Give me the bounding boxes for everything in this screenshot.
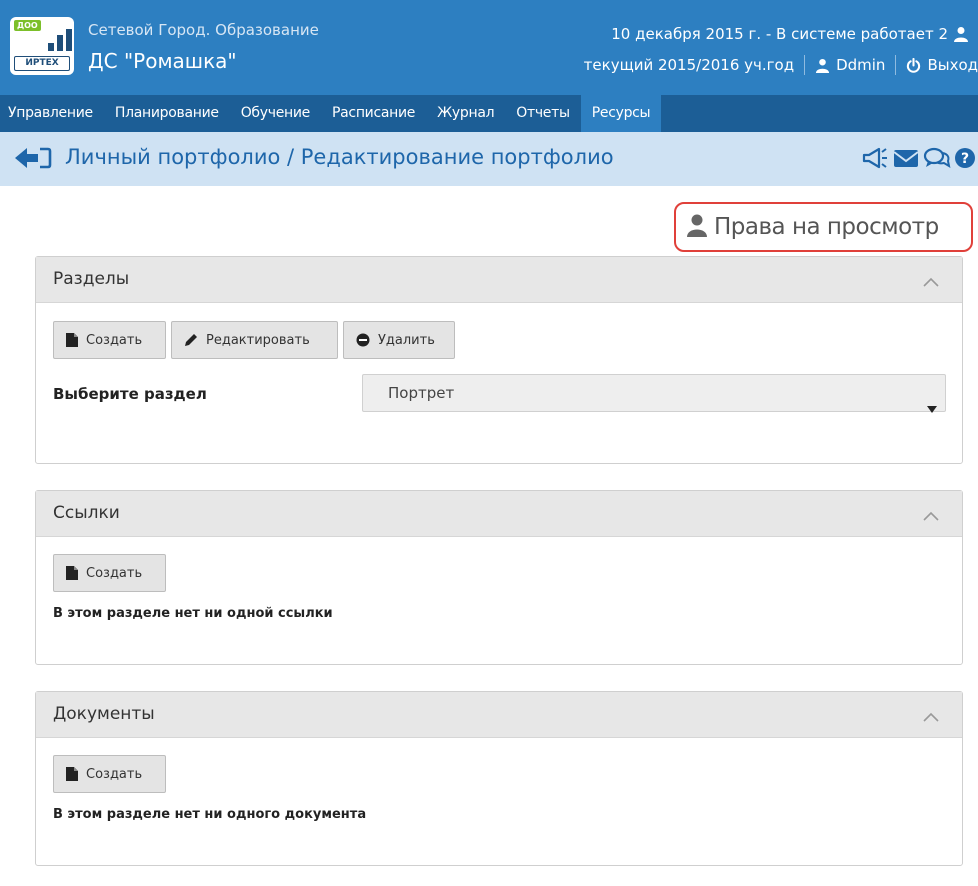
bullhorn-icon[interactable] [861,146,889,170]
back-arrow-icon[interactable] [14,146,52,174]
documents-empty-text: В этом разделе нет ни одного документа [53,807,367,822]
sections-panel-header[interactable]: Разделы [36,257,962,303]
online-users-icon[interactable] [953,26,969,46]
system-name: Сетевой Город. Образование [88,21,319,39]
logout-link[interactable]: Выход [927,56,978,74]
nav-item-schedule[interactable]: Расписание [321,95,426,132]
divider [895,55,897,75]
edit-label: Редактировать [206,332,310,348]
links-panel: Ссылки Создать В этом разделе нет ни одн… [35,490,963,665]
top-header: ДОО ИРТЕХ Сетевой Город. Образование ДС … [0,0,978,95]
create-label: Создать [86,332,143,348]
title-actions: ? [861,146,976,170]
nav-item-resources[interactable]: Ресурсы [580,95,662,132]
logo-brand: ИРТЕХ [14,56,70,71]
chevron-up-icon[interactable] [922,273,940,292]
documents-panel-header[interactable]: Документы [36,692,962,738]
envelope-icon[interactable] [892,146,920,170]
create-document-button[interactable]: Создать [53,755,166,793]
chevron-up-icon[interactable] [922,708,940,727]
chevron-up-icon[interactable] [922,507,940,526]
documents-panel: Документы Создать В этом разделе нет ни … [35,691,963,866]
select-section-label: Выберите раздел [53,385,207,403]
question-circle-icon[interactable]: ? [954,146,976,170]
divider [804,55,806,75]
user-icon [686,213,708,241]
delete-section-button[interactable]: Удалить [343,321,455,359]
user-name-link[interactable]: Ddmin [836,56,885,74]
links-panel-title: Ссылки [53,503,120,523]
nav-item-management[interactable]: Управление [0,95,104,132]
page-title-bar: Личный портфолио / Редактирование портфо… [0,132,978,186]
documents-panel-title: Документы [53,704,155,724]
links-empty-text: В этом разделе нет ни одной ссылки [53,606,333,621]
file-icon [66,566,78,580]
date-status: 10 декабря 2015 г. - В системе работает … [611,25,948,43]
school-name: ДС "Ромашка" [88,49,237,73]
app-logo[interactable]: ДОО ИРТЕХ [10,17,74,75]
section-select[interactable]: Портрет [362,374,946,413]
school-year[interactable]: текущий 2015/2016 уч.год [584,56,794,74]
nav-item-planning[interactable]: Планирование [104,95,230,132]
app-window: ДОО ИРТЕХ Сетевой Город. Образование ДС … [0,0,978,886]
edit-section-button[interactable]: Редактировать [171,321,338,359]
create-label: Создать [86,766,143,782]
sections-panel-title: Разделы [53,269,130,289]
links-panel-header[interactable]: Ссылки [36,491,962,537]
user-icon [815,58,830,73]
file-icon [66,767,78,781]
pencil-icon [184,333,198,347]
create-label: Создать [86,565,143,581]
svg-text:?: ? [961,151,969,167]
create-link-button[interactable]: Создать [53,554,166,592]
view-rights-label: Права на просмотр [714,214,939,240]
minus-circle-icon [356,333,370,347]
logo-tag: ДОО [14,20,41,31]
nav-item-learning[interactable]: Обучение [230,95,321,132]
year-user-row: текущий 2015/2016 уч.год Ddmin Выход [584,55,978,75]
caret-down-icon [927,390,937,426]
view-rights-button[interactable]: Права на просмотр [674,202,973,252]
main-nav: Управление Планирование Обучение Расписа… [0,95,978,132]
create-section-button[interactable]: Создать [53,321,166,359]
file-icon [66,333,78,347]
delete-label: Удалить [378,332,435,348]
comments-icon[interactable] [923,146,951,170]
nav-item-reports[interactable]: Отчеты [505,95,580,132]
power-icon [906,57,921,73]
page-title: Личный портфолио / Редактирование портфо… [65,145,614,169]
section-select-value: Портрет [388,384,455,402]
nav-item-journal[interactable]: Журнал [426,95,505,132]
sections-panel: Разделы Создать Редактировать Удалить Вы… [35,256,963,464]
